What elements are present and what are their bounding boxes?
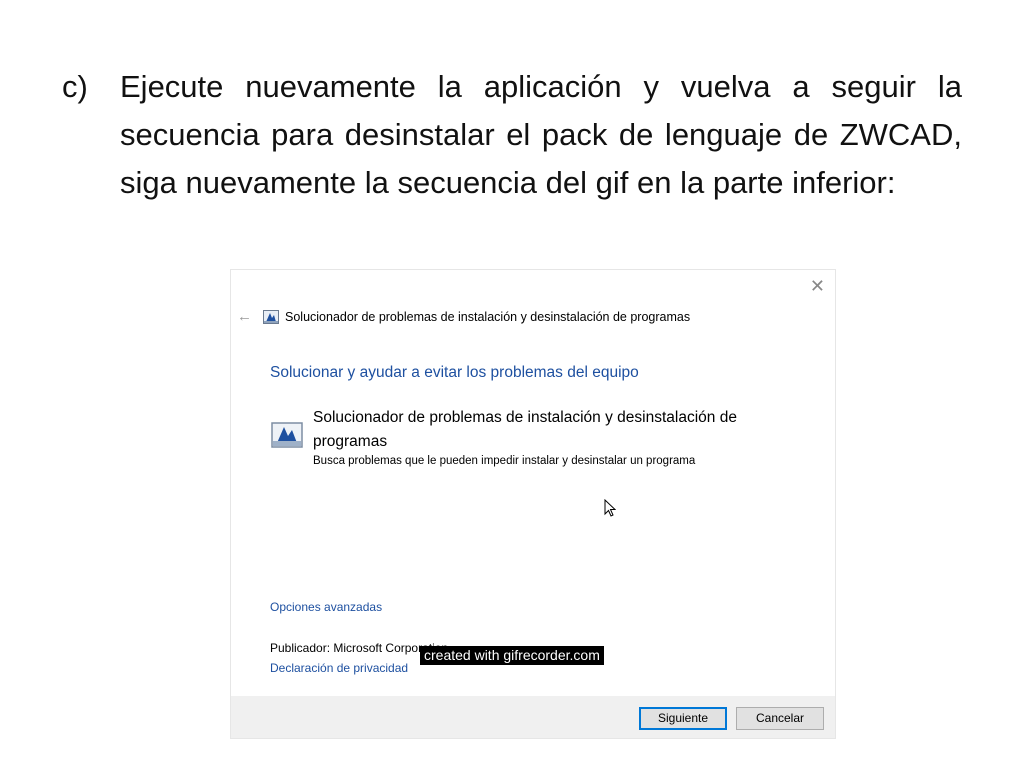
troubleshooter-icon xyxy=(271,422,303,448)
dialog-footer: Siguiente Cancelar xyxy=(231,696,835,738)
troubleshooter-small-icon xyxy=(263,309,279,324)
dialog-titlebar: ← Solucionador de problemas de instalaci… xyxy=(237,308,690,325)
cancel-button[interactable]: Cancelar xyxy=(736,707,824,730)
next-button[interactable]: Siguiente xyxy=(639,707,727,730)
gifrecorder-watermark: created with gifrecorder.com xyxy=(420,646,604,665)
window-title: Solucionador de problemas de instalación… xyxy=(285,309,691,324)
slide: c) Ejecute nuevamente la aplicación y vu… xyxy=(0,0,1024,768)
close-icon[interactable]: ✕ xyxy=(810,276,825,296)
troubleshooter-option[interactable]: Solucionador de problemas de instalación… xyxy=(271,406,783,468)
troubleshooter-dialog: ✕ ← Solucionador de problemas de instala… xyxy=(230,269,836,739)
privacy-link[interactable]: Declaración de privacidad xyxy=(270,661,408,675)
bullet-text: Ejecute nuevamente la aplicación y vuelv… xyxy=(120,69,962,200)
advanced-options-link[interactable]: Opciones avanzadas xyxy=(270,600,382,614)
option-title: Solucionador de problemas de instalación… xyxy=(313,409,737,450)
mouse-pointer-icon xyxy=(604,499,616,517)
option-description: Busca problemas que le pueden impedir in… xyxy=(313,455,696,467)
back-arrow-icon[interactable]: ← xyxy=(237,308,263,325)
bullet-marker: c) xyxy=(62,69,88,104)
publisher-label: Publicador: xyxy=(270,641,331,655)
dialog-header: Solucionar y ayudar a evitar los problem… xyxy=(270,364,639,381)
